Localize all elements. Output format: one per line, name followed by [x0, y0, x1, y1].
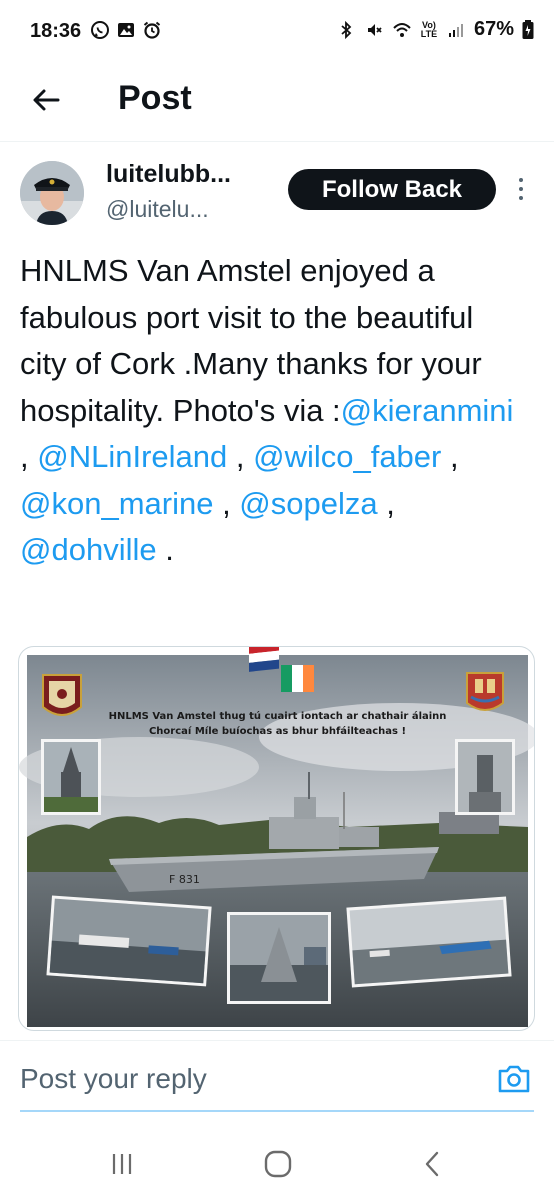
mute-icon — [367, 23, 382, 36]
follow-back-button[interactable]: Follow Back — [288, 169, 496, 210]
back-icon[interactable] — [415, 1146, 451, 1182]
more-vertical-icon[interactable] — [516, 176, 526, 202]
hull-number: F 831 — [169, 873, 200, 886]
post-image-graphic: F 831 — [19, 647, 534, 1027]
banner-line-2: Chorcaí Míle buíochas as bhur bhfáilteac… — [148, 726, 407, 737]
home-icon[interactable] — [260, 1146, 296, 1182]
post-text-segment: , — [377, 485, 395, 521]
wifi-icon — [393, 22, 411, 37]
post-text-segment: , — [441, 439, 459, 474]
bluetooth-icon — [341, 20, 352, 39]
inset-harbour-1 — [46, 895, 212, 987]
status-bar: 18:36 Vo) LTE 67% — [0, 0, 554, 64]
mention-link[interactable]: @kon_marine — [20, 486, 213, 521]
inset-church — [41, 739, 101, 815]
post-text-segment: , — [227, 439, 254, 474]
top-bar: Post — [0, 64, 554, 142]
battery-icon — [522, 19, 534, 39]
recent-apps-icon[interactable] — [104, 1146, 140, 1182]
user-handle[interactable]: @luitelu... — [106, 196, 209, 223]
reply-underline — [20, 1110, 534, 1112]
post-image[interactable]: F 831 HNLMS Van Amstel thug tú cuairt io… — [18, 646, 535, 1031]
reply-input[interactable]: Post your reply — [20, 1063, 207, 1095]
status-left-icons — [90, 20, 162, 40]
inset-ship-front — [227, 912, 331, 1004]
post-text: HNLMS Van Amstel enjoyed a fabulous port… — [20, 248, 520, 574]
gallery-icon — [118, 23, 134, 37]
signal-icon — [448, 23, 463, 37]
mention-link[interactable]: @dohville — [20, 532, 157, 567]
display-name[interactable]: luitelubb... — [106, 160, 231, 189]
network-label: Vo) LTE — [420, 19, 438, 39]
avatar-image — [20, 161, 84, 225]
mention-link[interactable]: @NLinIreland — [37, 439, 227, 474]
flag-ireland — [281, 665, 314, 692]
battery-percent: 67% — [473, 18, 514, 40]
whatsapp-icon — [91, 21, 109, 39]
alarm-icon — [143, 21, 161, 39]
post-text-segment: , — [213, 485, 240, 521]
page-title: Post — [118, 79, 192, 117]
status-time: 18:36 — [30, 20, 82, 42]
mention-link[interactable]: @wilco_faber — [253, 439, 441, 474]
arrow-left-icon[interactable] — [28, 82, 64, 118]
avatar[interactable] — [20, 161, 84, 225]
post-text-segment: , — [20, 439, 38, 474]
mention-link[interactable]: @kieranmini — [341, 393, 514, 428]
cork-crest — [466, 672, 504, 711]
mention-link[interactable]: @sopelza — [239, 486, 377, 521]
reply-bar: Post your reply — [0, 1040, 554, 1114]
status-right-icons: Vo) LTE 67% — [336, 18, 534, 41]
navy-crest — [42, 674, 82, 716]
flag-netherlands — [249, 647, 279, 672]
banner-line-1: HNLMS Van Amstel thug tú cuairt iontach … — [108, 711, 447, 722]
inset-statue — [455, 739, 515, 815]
camera-icon[interactable] — [496, 1063, 532, 1095]
inset-harbour-2 — [346, 896, 512, 988]
system-nav-bar — [0, 1130, 554, 1200]
post-text-segment: . — [156, 532, 174, 567]
